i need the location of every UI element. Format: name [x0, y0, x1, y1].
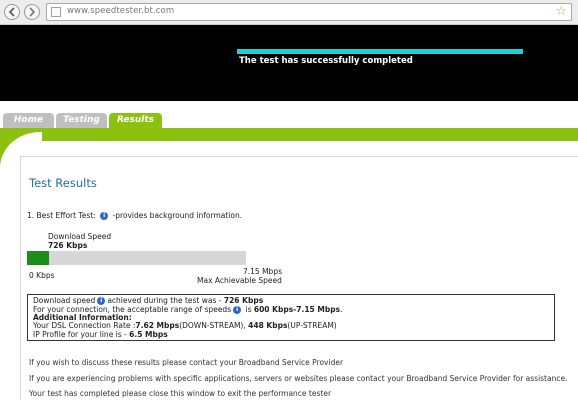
info-dsl-label: Your DSL Connection Rate : — [33, 321, 136, 330]
speed-bar-fill — [27, 251, 49, 265]
info-download-row: Download speed i achieved during the test … — [33, 296, 263, 305]
footer-close-text: Your test has completed please close thi… — [29, 389, 332, 398]
info-dsl-down: 7.62 Mbps — [135, 321, 180, 330]
tab-home[interactable]: Home — [3, 113, 54, 128]
spacer — [0, 101, 578, 113]
url-text: www.speedtester.bt.com — [67, 6, 175, 16]
info-icon[interactable]: i — [100, 212, 109, 220]
forward-button[interactable] — [24, 4, 40, 20]
info-download-value: 726 Kbps — [223, 296, 264, 305]
results-info-box: Download speed i achieved during the test … — [27, 294, 555, 341]
info-range-value: 600 Kbps-7.15 Mbps — [253, 305, 341, 314]
back-button[interactable] — [4, 4, 20, 20]
info-dsl-up-label: (UP-STREAM) — [287, 321, 337, 330]
info-dsl-row: Your DSL Connection Rate :7.62 Mbps(DOWN… — [33, 321, 337, 330]
info-download-label: Download speed — [33, 296, 96, 305]
page-icon — [51, 7, 61, 17]
forward-arrow-icon — [29, 7, 36, 17]
test-line-suffix: -provides background information. — [112, 211, 243, 220]
address-bar[interactable]: www.speedtester.bt.com ☆ — [46, 3, 572, 21]
info-download-text: achieved during the test was - — [107, 296, 224, 305]
page-title: Test Results — [29, 176, 97, 190]
bar-max-label: Max Achievable Speed — [197, 276, 282, 285]
download-speed-label: Download Speed — [48, 232, 112, 241]
info-ip-profile-row: IP Profile for your line is - 6.5 Mbps — [33, 330, 168, 339]
info-range-end: . — [340, 305, 343, 314]
info-ip-value: 6.5 Mbps — [129, 330, 168, 339]
status-text: The test has successfully completed — [239, 56, 413, 66]
test-line-prefix: 1. Best Effort Test: — [27, 211, 96, 220]
bar-min-label: 0 Kbps — [29, 271, 55, 280]
footer-problems-text: If you are experiencing problems with sp… — [29, 374, 568, 383]
info-range-is: is — [243, 305, 254, 314]
bookmark-star-icon[interactable]: ☆ — [555, 4, 567, 20]
green-band — [0, 128, 578, 141]
info-ip-label: IP Profile for your line is - — [33, 330, 130, 339]
tab-results[interactable]: Results — [109, 113, 162, 128]
browser-toolbar: www.speedtester.bt.com ☆ — [0, 0, 578, 25]
info-icon[interactable]: i — [233, 306, 242, 314]
bar-max-value: 7.15 Mbps — [243, 267, 282, 276]
info-dsl-up: 448 Kbps — [248, 321, 288, 330]
speed-bar — [27, 251, 246, 265]
progress-line — [237, 49, 523, 54]
back-arrow-icon — [8, 7, 15, 17]
info-dsl-down-label: (DOWN-STREAM), — [179, 321, 249, 330]
tab-testing[interactable]: Testing — [56, 113, 107, 128]
footer-contact-text: If you wish to discuss these results ple… — [29, 358, 344, 367]
info-icon[interactable]: i — [97, 297, 106, 305]
test-description: 1. Best Effort Test: i -provides backgro… — [27, 211, 242, 220]
download-speed-value: 726 Kbps — [48, 241, 88, 250]
